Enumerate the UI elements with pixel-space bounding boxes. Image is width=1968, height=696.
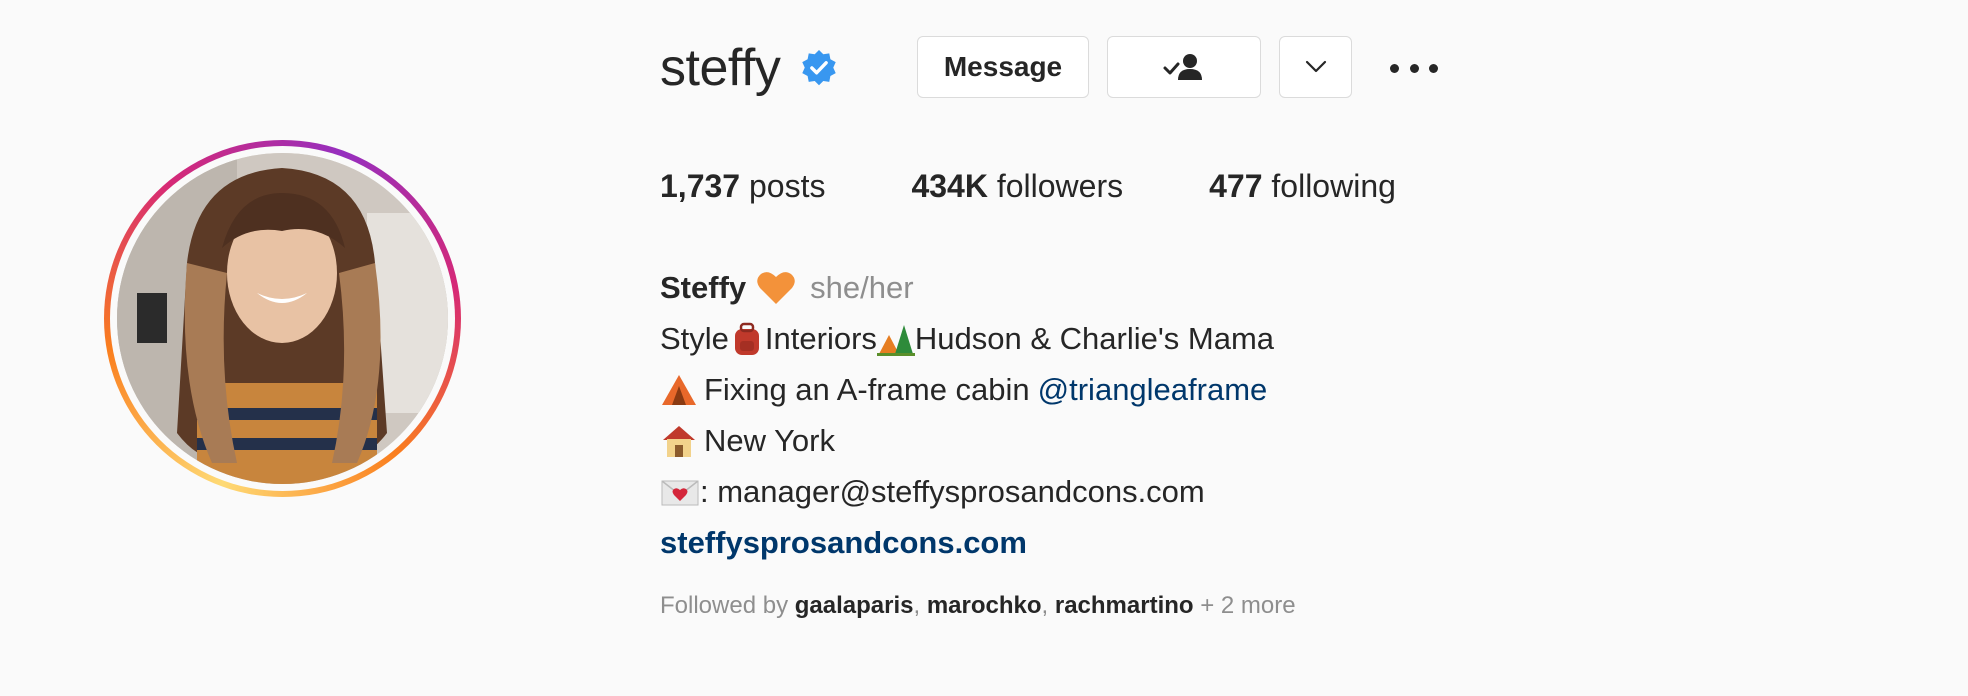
following-count[interactable]: 477 following — [1209, 168, 1396, 205]
posts-count: 1,737 posts — [660, 168, 825, 205]
separator: , — [1041, 592, 1049, 619]
followers-value: 434K — [911, 168, 988, 204]
separator: , — [913, 592, 921, 619]
avatar-gap — [110, 146, 455, 491]
love-letter-icon — [661, 479, 699, 505]
followers-count[interactable]: 434K followers — [911, 168, 1123, 205]
posts-value: 1,737 — [660, 168, 741, 204]
following-label: following — [1271, 168, 1396, 204]
full-name: Steffy — [660, 270, 747, 305]
website-link[interactable]: steffysprosandcons.com — [660, 517, 1027, 568]
orange-heart-icon — [757, 271, 795, 304]
more-options-icon[interactable] — [1390, 56, 1438, 80]
followed-by[interactable]: Followed by gaalaparis, marochko, rachma… — [660, 592, 1296, 620]
contact-email: : manager@steffyspros​andcons.com — [700, 474, 1205, 509]
dot — [1429, 63, 1438, 73]
profile-stats: 1,737 posts 434K followers 477 following — [660, 168, 1482, 205]
bio-text: Fixing an A-frame cabin — [704, 372, 1030, 407]
bio-line-4: : manager@steffyspros​andcons.com — [660, 466, 1274, 517]
avatar-photo — [117, 153, 448, 484]
suggested-accounts-button[interactable] — [1279, 36, 1352, 98]
tent-icon — [662, 374, 696, 405]
following-button[interactable] — [1107, 36, 1261, 98]
bio-text: Hudson & Charlie's Mama — [914, 321, 1275, 356]
followed-by-prefix: Followed by — [660, 592, 789, 619]
following-check-person-icon — [1163, 54, 1202, 80]
bio-name-row: Steffy she/her — [660, 262, 1274, 313]
follower-user: rachmartino — [1054, 592, 1194, 619]
followed-by-more: + 2 more — [1200, 592, 1296, 619]
follower-user: marochko — [926, 592, 1042, 619]
dot — [1390, 63, 1399, 73]
profile-bio: Steffy she/her Style Interiors Hudson & … — [660, 262, 1274, 568]
posts-label: posts — [748, 168, 826, 204]
bio-text: Interiors — [764, 321, 877, 356]
camping-icon — [876, 324, 915, 356]
profile-avatar[interactable] — [117, 153, 448, 484]
pronouns: she/her — [810, 270, 914, 305]
backpack-icon — [734, 322, 759, 355]
location: New York — [704, 423, 835, 458]
message-button[interactable]: Message — [917, 36, 1089, 98]
house-icon — [663, 425, 695, 457]
followers-label: followers — [996, 168, 1124, 204]
dot — [1409, 63, 1419, 73]
profile-header: steffy — [660, 34, 838, 102]
story-ring[interactable] — [104, 140, 461, 497]
bio-line-3: New York — [660, 415, 1274, 466]
bio-line-1: Style Interiors Hudson & Charlie's Mama — [660, 313, 1274, 364]
mention-link[interactable]: @triangleaframe — [1038, 364, 1268, 415]
follower-user: gaalaparis — [794, 592, 914, 619]
username: steffy — [660, 39, 781, 97]
following-value: 477 — [1209, 168, 1263, 204]
chevron-down-icon — [1305, 60, 1326, 73]
bio-line-2: Fixing an A-frame cabin @triangleaframe — [660, 364, 1274, 415]
bio-website-row: steffysprosandcons.com — [660, 517, 1274, 568]
verified-badge-icon — [802, 49, 837, 86]
bio-text: Style — [660, 321, 729, 356]
